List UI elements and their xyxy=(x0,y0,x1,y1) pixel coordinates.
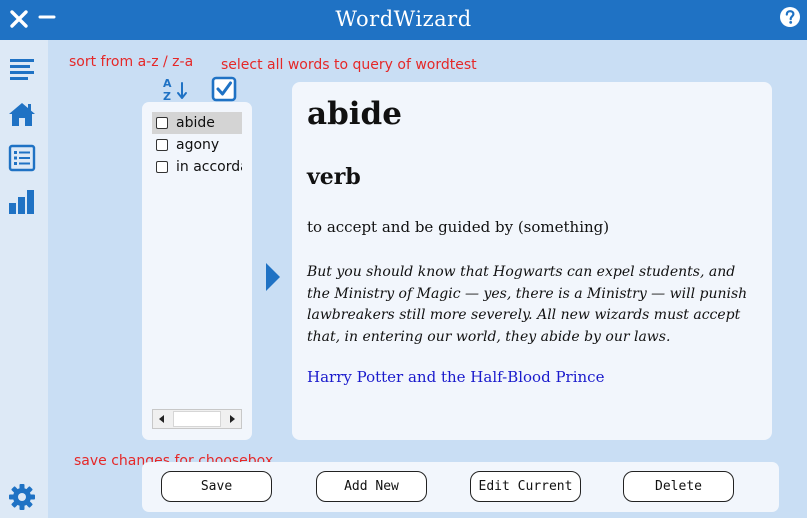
sort-annotation: sort from a-z / z-a xyxy=(69,54,194,70)
word-checkbox[interactable] xyxy=(156,161,168,173)
example-quote: But you should know that Hogwarts can ex… xyxy=(307,264,748,345)
word-label: abide xyxy=(176,115,215,131)
horizontal-scrollbar[interactable] xyxy=(152,409,242,429)
triangle-right-icon[interactable] xyxy=(264,262,282,292)
gear-icon[interactable] xyxy=(8,483,36,511)
delete-button[interactable]: Delete xyxy=(623,471,734,502)
word-checkbox[interactable] xyxy=(156,139,168,151)
home-icon[interactable] xyxy=(7,99,37,129)
select-all-annotation: select all words to query of wordtest xyxy=(221,57,477,73)
scroll-left-icon[interactable] xyxy=(153,410,171,428)
definition: to accept and be guided by (something) xyxy=(307,218,610,236)
svg-text:A: A xyxy=(163,77,172,90)
help-icon[interactable] xyxy=(779,6,801,28)
save-button[interactable]: Save xyxy=(161,471,272,502)
add-new-button[interactable]: Add New xyxy=(316,471,427,502)
menu-icon[interactable] xyxy=(7,55,37,85)
sidebar xyxy=(0,40,48,518)
part-of-speech: verb xyxy=(307,164,361,190)
word-checkbox[interactable] xyxy=(156,117,168,129)
title-bar: WordWizard xyxy=(0,0,807,40)
word-detail-panel: abide verb to accept and be guided by (s… xyxy=(292,82,772,440)
list-item[interactable]: abide xyxy=(152,112,242,134)
word-list: abide agony in accordance xyxy=(142,102,252,440)
source-link[interactable]: Harry Potter and the Half-Blood Prince xyxy=(307,368,604,386)
list-item[interactable]: agony xyxy=(152,134,242,156)
word-label: agony xyxy=(176,137,220,153)
scrollbar-thumb[interactable] xyxy=(173,411,221,427)
window-title: WordWizard xyxy=(335,7,472,31)
list-item[interactable]: in accordance xyxy=(152,156,242,178)
word-label: in accordance xyxy=(176,159,242,175)
sort-az-icon[interactable]: A Z xyxy=(160,75,190,103)
list-icon[interactable] xyxy=(7,143,37,173)
bar-chart-icon[interactable] xyxy=(7,187,37,217)
action-toolbar: Save Add New Edit Current Delete xyxy=(142,462,779,512)
detail-word: abide xyxy=(307,96,402,132)
select-all-checkbox-icon[interactable] xyxy=(211,76,237,102)
scroll-right-icon[interactable] xyxy=(223,410,241,428)
edit-current-button[interactable]: Edit Current xyxy=(470,471,581,502)
